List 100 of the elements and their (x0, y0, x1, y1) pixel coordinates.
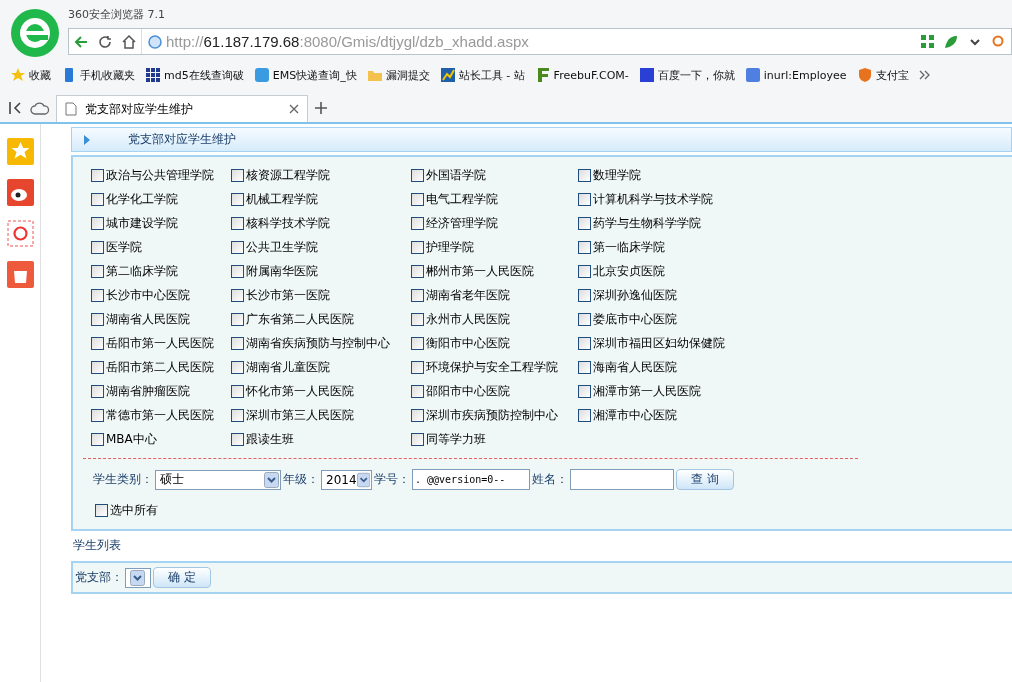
checkbox[interactable] (91, 192, 104, 206)
checkbox[interactable] (578, 384, 591, 398)
bookmark-link[interactable]: 百度一下，你就 (638, 67, 735, 83)
browser-tab[interactable]: 党支部对应学生维护 (56, 95, 308, 122)
checkbox[interactable] (91, 264, 104, 278)
checkbox[interactable] (411, 168, 424, 182)
new-tab-icon[interactable] (314, 101, 328, 115)
checkbox[interactable] (578, 192, 591, 206)
checkbox[interactable] (91, 288, 104, 302)
checkbox[interactable] (578, 360, 591, 374)
cloud-icon[interactable] (30, 101, 50, 115)
checkbox[interactable] (91, 240, 104, 254)
bookmark-link[interactable]: FreebuF.COM- (534, 67, 629, 83)
checkbox[interactable] (231, 336, 244, 350)
bookmark-icon (744, 67, 761, 83)
checkbox[interactable] (411, 432, 424, 446)
checkbox[interactable] (411, 408, 424, 422)
search-icon[interactable] (992, 34, 1006, 49)
checkbox[interactable] (578, 216, 591, 230)
checkbox[interactable] (231, 288, 244, 302)
checkbox[interactable] (411, 240, 424, 254)
bookmark-icon (638, 67, 655, 83)
checkbox[interactable] (578, 408, 591, 422)
confirm-button[interactable]: 确 定 (153, 567, 211, 588)
checkbox-label: 计算机科学与技术学院 (593, 190, 713, 208)
checkbox-label: 核资源工程学院 (246, 166, 330, 184)
checkbox[interactable] (91, 408, 104, 422)
checkbox[interactable] (231, 360, 244, 374)
checkbox[interactable] (231, 384, 244, 398)
bookmark-link[interactable]: 漏洞提交 (366, 67, 430, 83)
leaf-icon[interactable] (944, 34, 958, 49)
bookmark-link[interactable]: inurl:Employee (744, 67, 847, 83)
checkbox[interactable] (578, 312, 591, 326)
search-button[interactable]: 查 询 (676, 469, 734, 490)
checkbox[interactable] (95, 504, 108, 517)
checkbox-label: 海南省人民医院 (593, 358, 677, 376)
checkbox[interactable] (411, 192, 424, 206)
checkbox-label: 外国语学院 (426, 166, 486, 184)
back-icon[interactable] (73, 33, 89, 50)
checkbox[interactable] (231, 264, 244, 278)
checkbox[interactable] (411, 336, 424, 350)
checkbox[interactable] (91, 360, 104, 374)
checkbox-label: 湖南省人民医院 (106, 310, 190, 328)
name-field[interactable] (570, 469, 674, 490)
checkbox-label: 广东省第二人民医院 (246, 310, 354, 328)
checkbox[interactable] (411, 264, 424, 278)
checkbox[interactable] (578, 168, 591, 182)
checkbox[interactable] (91, 432, 104, 446)
home-icon[interactable] (122, 34, 136, 49)
checkbox-label: 深圳市疾病预防控制中心 (426, 406, 558, 424)
checkbox[interactable] (411, 360, 424, 374)
checkbox[interactable] (411, 384, 424, 398)
checkbox[interactable] (91, 168, 104, 182)
checkbox[interactable] (578, 336, 591, 350)
checkbox-label: 湖南省儿童医院 (246, 358, 330, 376)
more-icon[interactable] (918, 69, 931, 81)
refresh-icon[interactable] (98, 34, 112, 49)
bookmark-link[interactable]: 收藏 (10, 67, 51, 83)
triangle-icon (84, 134, 90, 145)
checkbox-label: 深圳市第三人民医院 (246, 406, 354, 424)
checkbox[interactable] (231, 216, 244, 230)
qr-code-icon[interactable] (920, 35, 934, 48)
checkbox-label: 岳阳市第一人民医院 (106, 334, 214, 352)
checkbox[interactable] (231, 240, 244, 254)
checkbox[interactable] (231, 432, 244, 446)
checkbox[interactable] (231, 408, 244, 422)
checkbox[interactable] (411, 288, 424, 302)
checkbox[interactable] (578, 264, 591, 278)
checkbox[interactable] (231, 168, 244, 182)
field-label: 学号： (374, 471, 410, 488)
bookmark-link[interactable]: 手机收藏夹 (61, 67, 135, 83)
checkbox-label: MBA中心 (106, 430, 157, 448)
student-id-field[interactable]: . @@version=0-- (412, 469, 530, 490)
bookmark-link[interactable]: md5在线查询破 (145, 67, 244, 83)
category-select[interactable]: 硕士 (155, 469, 281, 490)
checkbox[interactable] (578, 240, 591, 254)
bookmark-icon (856, 67, 873, 83)
bookmark-link[interactable]: 支付宝 (856, 67, 909, 83)
bookmark-link[interactable]: 站长工具 - 站 (439, 67, 525, 83)
bookmark-icon (439, 67, 456, 83)
branch-select[interactable] (125, 567, 151, 588)
bookmark-link[interactable]: EMS快递查询_快 (253, 67, 357, 83)
checkbox[interactable] (91, 384, 104, 398)
checkbox[interactable] (578, 288, 591, 302)
window-title: 360安全浏览器 7.1 (68, 7, 166, 22)
checkbox-label: 化学化工学院 (106, 190, 178, 208)
grade-select[interactable]: 2014 (321, 469, 372, 490)
checkbox[interactable] (231, 192, 244, 206)
close-icon[interactable] (289, 104, 299, 114)
sidebar-toggle-icon[interactable] (8, 101, 24, 115)
checkbox[interactable] (411, 216, 424, 230)
checkbox-label: 衡阳市中心医院 (426, 334, 510, 352)
checkbox[interactable] (411, 312, 424, 326)
checkbox-label: 娄底市中心医院 (593, 310, 677, 328)
checkbox[interactable] (231, 312, 244, 326)
checkbox[interactable] (91, 312, 104, 326)
checkbox-label: 怀化市第一人民医院 (246, 382, 354, 400)
checkbox[interactable] (91, 336, 104, 350)
checkbox[interactable] (91, 216, 104, 230)
checkbox-label: 同等学力班 (426, 430, 486, 448)
